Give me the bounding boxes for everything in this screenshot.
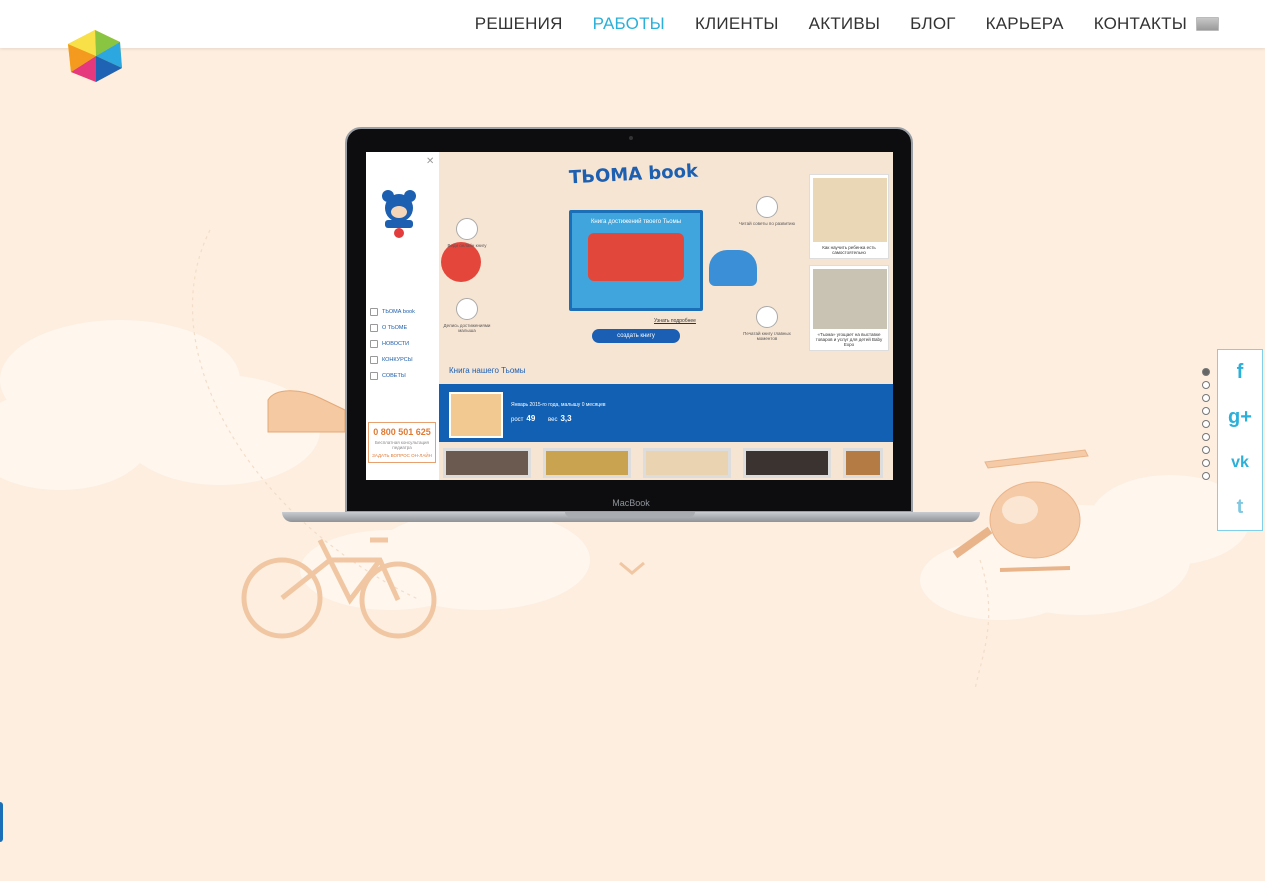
google-plus-icon[interactable]: g+ [1218, 395, 1262, 440]
close-icon: ✕ [426, 156, 435, 167]
pager-dot[interactable] [1202, 459, 1210, 467]
pager-dot[interactable] [1202, 472, 1210, 480]
laptop-mockup: ✕ ТЬОМА book О ТЬОМЕ НОВОСТИ КОНКУРСЫ СО… [282, 127, 980, 535]
site-menu-item: КОНКУРСЫ [370, 356, 415, 364]
pager-dot[interactable] [1202, 381, 1210, 389]
helicopter-toy-image [709, 250, 757, 286]
laptop-notch [565, 512, 695, 517]
site-hotline: 0 800 501 625 Бесплатная консультация пе… [368, 422, 436, 463]
laptop-brand: MacBook [612, 498, 650, 508]
site-main: ТЬОМА book Книга достижений твоего Тьомы… [439, 152, 893, 480]
pager-dot[interactable] [1202, 433, 1210, 441]
entry-stats: рост 49 вес 3,3 [511, 414, 572, 423]
pager-dot[interactable] [1202, 407, 1210, 415]
nav-career[interactable]: КАРЬЕРА [986, 14, 1064, 34]
photo-thumb [843, 448, 883, 478]
tricycle-image [441, 242, 481, 282]
language-flag-icon[interactable] [1196, 17, 1219, 31]
nav-solutions[interactable]: РЕШЕНИЯ [475, 14, 563, 34]
photo-thumb [743, 448, 831, 478]
chevron-down-icon[interactable] [617, 558, 647, 578]
site-menu-item: НОВОСТИ [370, 340, 415, 348]
camera-icon [629, 136, 633, 140]
top-header: РЕШЕНИЯ РАБОТЫ КЛИЕНТЫ АКТИВЫ БЛОГ КАРЬЕ… [0, 0, 1265, 48]
site-photo-strip [443, 448, 893, 478]
vk-icon[interactable]: vk [1218, 440, 1262, 485]
baby-photo [813, 178, 887, 242]
nav-clients[interactable]: КЛИЕНТЫ [695, 14, 779, 34]
nav-assets[interactable]: АКТИВЫ [809, 14, 880, 34]
site-feature: Веди онлайн книгу [439, 218, 495, 248]
facebook-icon[interactable]: f [1218, 350, 1262, 395]
photo-thumb [543, 448, 631, 478]
laptop-screen[interactable]: ✕ ТЬОМА book О ТЬОМЕ НОВОСТИ КОНКУРСЫ СО… [366, 152, 893, 480]
site-entry-band: Январь 2015-го года, малышу 0 месяцев ро… [439, 384, 893, 442]
site-book-cover: Книга достижений твоего Тьомы [569, 210, 703, 311]
nav-contacts[interactable]: КОНТАКТЫ [1094, 14, 1187, 34]
site-news-card: Как научить ребенка есть самостоятельно [809, 174, 889, 259]
twitter-icon[interactable]: t [1218, 485, 1262, 530]
site-menu-item: О ТЬОМЕ [370, 324, 415, 332]
side-tab[interactable] [0, 802, 3, 842]
main-nav: РЕШЕНИЯ РАБОТЫ КЛИЕНТЫ АКТИВЫ БЛОГ КАРЬЕ… [445, 0, 1187, 48]
site-menu: ТЬОМА book О ТЬОМЕ НОВОСТИ КОНКУРСЫ СОВЕ… [370, 308, 415, 388]
nav-works[interactable]: РАБОТЫ [593, 14, 665, 34]
laptop-lid: ✕ ТЬОМА book О ТЬОМЕ НОВОСТИ КОНКУРСЫ СО… [345, 127, 913, 513]
photo-thumb [443, 448, 531, 478]
slide-pager [1202, 368, 1210, 485]
site-sidebar: ✕ ТЬОМА book О ТЬОМЕ НОВОСТИ КОНКУРСЫ СО… [366, 152, 440, 480]
photo-thumb [643, 448, 731, 478]
site-feature: Делись достижениями малыша [439, 298, 495, 333]
site-news-cards: Как научить ребенка есть самостоятельно … [809, 174, 889, 357]
site-feature: Читай советы по развитию [739, 196, 795, 226]
site-feature: Печатай книгу главных моментов [739, 306, 795, 341]
site-more-link: Узнать подробнее [654, 318, 696, 324]
site-news-card: «Тьома» угощает на выставке товаров и ус… [809, 265, 889, 351]
expo-photo [813, 269, 887, 329]
pager-dot[interactable] [1202, 368, 1210, 376]
site-menu-item: ТЬОМА book [370, 308, 415, 316]
site-menu-item: СОВЕТЫ [370, 372, 415, 380]
entry-thumbnail [449, 392, 503, 438]
nav-blog[interactable]: БЛОГ [910, 14, 956, 34]
site-section-title: Книга нашего Тьомы [449, 366, 526, 375]
site-create-book-button: создать книгу [592, 329, 680, 343]
pager-dot[interactable] [1202, 420, 1210, 428]
company-logo[interactable] [66, 28, 124, 84]
social-share-panel: f g+ vk t [1217, 349, 1263, 531]
site-title: ТЬОМА book [568, 160, 699, 189]
pager-dot[interactable] [1202, 394, 1210, 402]
pager-dot[interactable] [1202, 446, 1210, 454]
bear-logo-icon [382, 190, 416, 238]
